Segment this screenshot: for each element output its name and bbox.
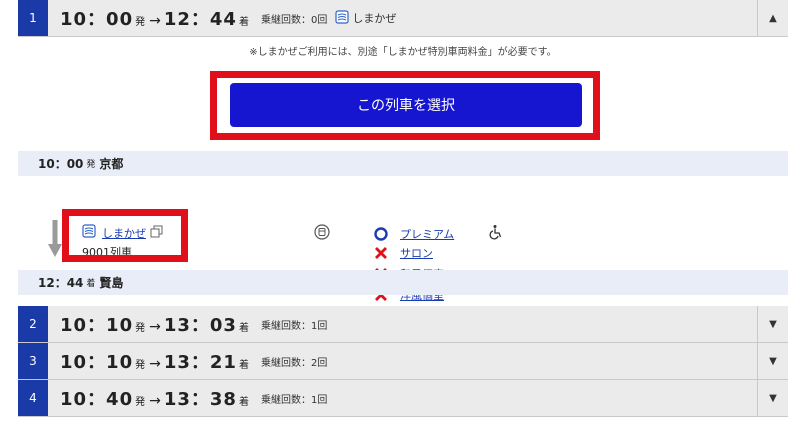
arrival-suffix: 着 [238, 360, 249, 371]
expand-button[interactable]: ▼ [757, 343, 788, 379]
highlight-box-select [210, 71, 600, 140]
departure-station-time: 10：00 [38, 157, 84, 171]
arrow: → [149, 13, 162, 29]
route-number: 4 [18, 380, 48, 416]
food-service-icon [314, 224, 330, 240]
transfer-count: 乗継回数：0回 [260, 14, 328, 26]
arrival-suffix: 着 [238, 397, 249, 408]
arrow: → [149, 393, 162, 409]
arrival-time: 13：38 [163, 389, 237, 410]
facility-label[interactable]: プレミアム [400, 226, 454, 242]
facility-premium: プレミアム [370, 224, 504, 243]
arrival-time: 13：03 [163, 315, 237, 336]
departure-suffix: 発 [135, 397, 146, 408]
departure-time: 10：10 [60, 315, 134, 336]
transfer-count: 乗継回数：1回 [260, 394, 328, 406]
departure-time: 10：00 [60, 9, 134, 30]
route-number: 2 [18, 306, 48, 342]
route-header-3[interactable]: 3 10：10 発 → 13：21 着 乗継回数：2回 ▼ [18, 343, 788, 380]
surcharge-note: ※しまかぜご利用には、別途「しまかぜ特別車両料金」が必要です。 [249, 47, 557, 58]
route-header-1[interactable]: 1 10：00 発 → 12：44 着 乗継回数：0回 しまかぜ ▲ [18, 0, 788, 37]
departure-station-name: 京都 [99, 157, 124, 171]
expand-button[interactable]: ▼ [757, 380, 788, 416]
departure-station-suffix: 発 [86, 160, 96, 170]
facility-salon: サロン [370, 245, 433, 261]
expand-button[interactable]: ▼ [757, 306, 788, 342]
departure-time: 10：10 [60, 352, 134, 373]
available-circle-icon [370, 226, 392, 241]
down-arrow-icon [48, 220, 62, 262]
departure-station-bar: 10：00 発 京都 [18, 151, 788, 176]
facility-label[interactable]: サロン [400, 245, 433, 261]
arrival-suffix: 着 [238, 323, 249, 334]
collapse-button[interactable]: ▲ [757, 0, 788, 36]
arrival-time: 12：44 [163, 9, 237, 30]
route-list: 1 10：00 発 → 12：44 着 乗継回数：0回 しまかぜ ▲ ※しまかぜ… [18, 0, 788, 417]
route-number: 3 [18, 343, 48, 379]
route-times: 10：40 発 → 13：38 着 [60, 385, 251, 411]
arrival-station-name: 賢島 [99, 276, 124, 290]
route-times: 10：10 発 → 13：03 着 [60, 311, 251, 337]
collapsed-routes: 2 10：10 発 → 13：03 着 乗継回数：1回 ▼ 3 10：10 発 … [18, 306, 788, 417]
departure-time: 10：40 [60, 389, 134, 410]
arrow: → [149, 356, 162, 372]
wheelchair-icon [488, 224, 504, 243]
transfer-count: 乗継回数：1回 [260, 320, 328, 332]
arrival-station-suffix: 着 [86, 279, 96, 289]
route-times: 10：10 発 → 13：21 着 [60, 348, 251, 374]
departure-suffix: 発 [135, 360, 146, 371]
departure-suffix: 発 [135, 17, 146, 28]
train-tag: しまかぜ [335, 9, 397, 27]
arrow: → [149, 319, 162, 335]
arrival-suffix: 着 [238, 17, 249, 28]
departure-suffix: 発 [135, 323, 146, 334]
route-header-4[interactable]: 4 10：40 発 → 13：38 着 乗継回数：1回 ▼ [18, 380, 788, 417]
results-page: 1 10：00 発 → 12：44 着 乗継回数：0回 しまかぜ ▲ ※しまかぜ… [0, 0, 812, 421]
route-detail-1: ※しまかぜご利用には、別途「しまかぜ特別車両料金」が必要です。 この列車を選択 … [18, 37, 788, 307]
arrival-station-bar: 12：44 着 賢島 [18, 270, 788, 295]
arrival-time: 13：21 [163, 352, 237, 373]
train-tag-label: しまかぜ [352, 12, 397, 25]
highlight-box-train [62, 209, 188, 262]
unavailable-cross-icon [370, 246, 392, 260]
route-times: 10：00 発 → 12：44 着 [60, 5, 251, 31]
route-header-2[interactable]: 2 10：10 発 → 13：03 着 乗継回数：1回 ▼ [18, 306, 788, 343]
transfer-count: 乗継回数：2回 [260, 357, 328, 369]
train-icon [335, 9, 349, 27]
arrival-station-time: 12：44 [38, 276, 84, 290]
route-number: 1 [18, 0, 48, 36]
